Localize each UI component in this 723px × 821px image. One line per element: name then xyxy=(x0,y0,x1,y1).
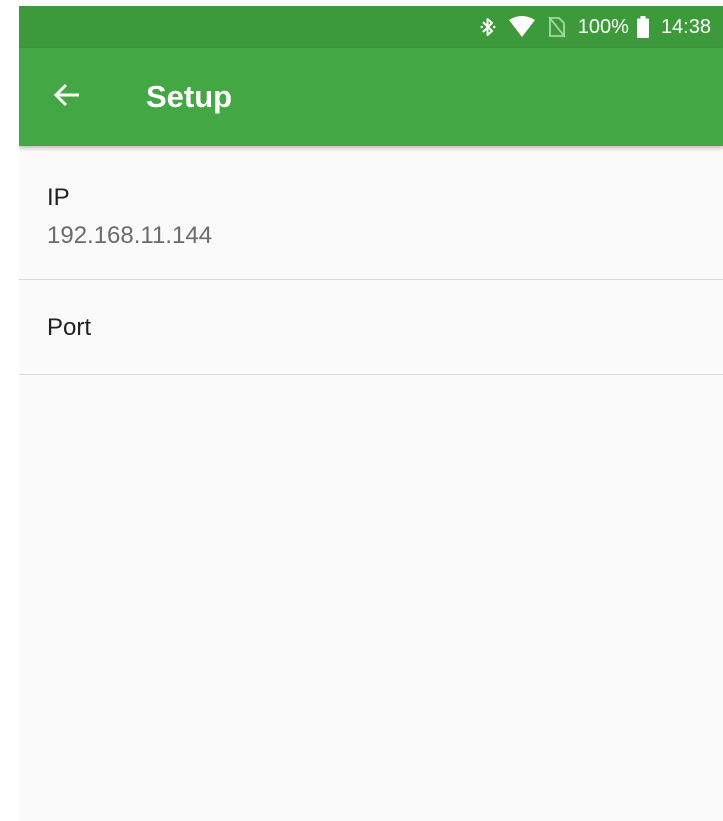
preference-port[interactable]: Port xyxy=(19,280,723,375)
status-bar: 100% 14:38 xyxy=(19,6,723,48)
no-sim-icon xyxy=(548,16,566,38)
wifi-icon xyxy=(508,16,536,38)
preference-port-title: Port xyxy=(47,314,92,341)
preference-list: IP 192.168.11.144 Port xyxy=(19,146,723,375)
back-button[interactable] xyxy=(51,81,83,113)
phone-screen: 100% 14:38 Setup IP 192.168.11.144 Port xyxy=(19,6,723,821)
arrow-back-icon xyxy=(53,81,81,114)
preference-ip[interactable]: IP 192.168.11.144 xyxy=(19,146,723,280)
preference-ip-title: IP xyxy=(47,184,70,211)
battery-icon xyxy=(636,16,649,38)
bluetooth-icon xyxy=(480,16,496,38)
app-bar: Setup xyxy=(19,48,723,146)
preference-ip-value: 192.168.11.144 xyxy=(47,222,213,249)
page-title: Setup xyxy=(146,79,233,114)
battery-level: 100% xyxy=(577,15,629,38)
clock: 14:38 xyxy=(660,15,711,38)
